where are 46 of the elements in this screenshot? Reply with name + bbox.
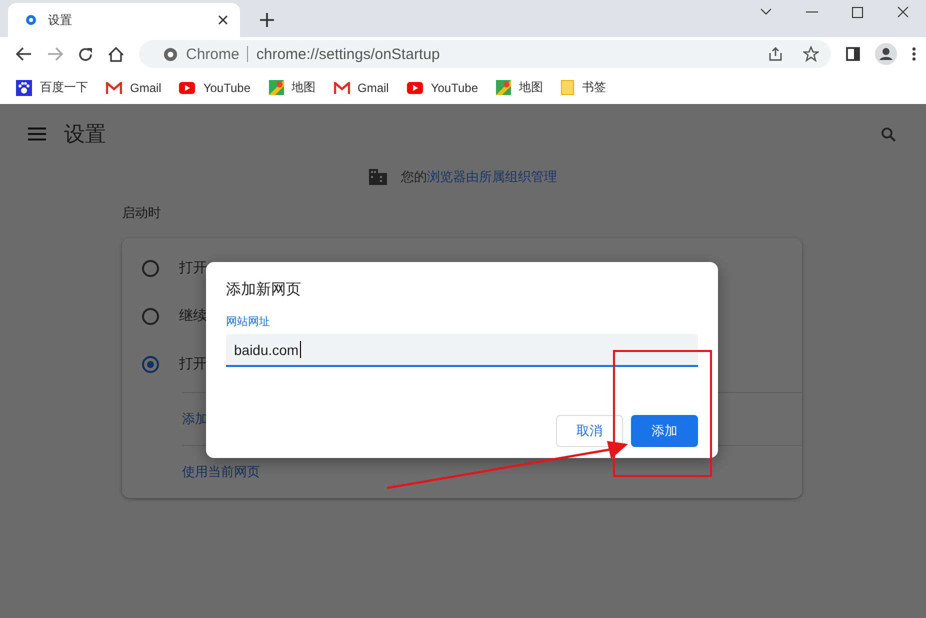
managed-notice: 您的 [401, 168, 427, 186]
bookmark[interactable]: 地图 [496, 79, 543, 96]
dialog-title: 添加新网页 [226, 280, 302, 299]
site-label: Chrome [186, 46, 240, 62]
profile-icon[interactable] [875, 43, 897, 65]
bookmark[interactable]: Gmail [106, 80, 162, 94]
radio-button[interactable] [142, 356, 159, 372]
menu-icon[interactable] [912, 47, 916, 61]
side-panel-icon[interactable] [846, 47, 860, 61]
radio-button[interactable] [142, 260, 159, 276]
url-text: chrome://settings/onStartup [256, 46, 440, 62]
radio-button[interactable] [142, 308, 159, 324]
cancel-button[interactable]: 取消 [556, 415, 623, 447]
section-title: 启动时 [122, 204, 162, 222]
url-input-field[interactable]: baidu.com [226, 334, 698, 367]
field-label: 网站网址 [226, 315, 271, 329]
share-icon[interactable] [768, 46, 783, 62]
back-icon[interactable] [16, 47, 32, 61]
play-icon [406, 82, 423, 94]
star-icon[interactable] [803, 46, 819, 62]
reload-icon[interactable] [78, 46, 93, 62]
map-icon [268, 80, 284, 95]
bookmark[interactable]: 百度一下 [16, 79, 88, 96]
folder-icon [561, 80, 574, 95]
bookmark[interactable]: 地图 [268, 79, 316, 96]
add-button[interactable]: 添加 [631, 415, 698, 447]
option-label: 打开 [179, 259, 207, 277]
paw-icon [16, 80, 32, 96]
bookmark[interactable]: YouTube [179, 80, 250, 94]
page-title: 设置 [64, 122, 106, 148]
bookmark[interactable]: 书签 [561, 79, 606, 96]
mail-icon [334, 82, 350, 94]
map-icon [496, 80, 511, 95]
building-icon [369, 169, 387, 185]
home-icon[interactable] [108, 46, 124, 62]
search-icon[interactable] [881, 126, 896, 142]
mail-icon [106, 82, 122, 94]
bookmark[interactable]: Gmail [334, 80, 389, 94]
browser-tab[interactable]: 设置 [8, 3, 240, 37]
address-bar[interactable]: Chrome chrome://settings/onStartup [139, 40, 831, 68]
play-icon [179, 82, 196, 94]
option-label: 打开 [179, 355, 207, 373]
option-label: 继续 [179, 307, 207, 325]
close-icon[interactable] [218, 15, 228, 25]
new-tab-icon[interactable] [260, 13, 274, 27]
bookmark[interactable]: YouTube [406, 80, 478, 94]
